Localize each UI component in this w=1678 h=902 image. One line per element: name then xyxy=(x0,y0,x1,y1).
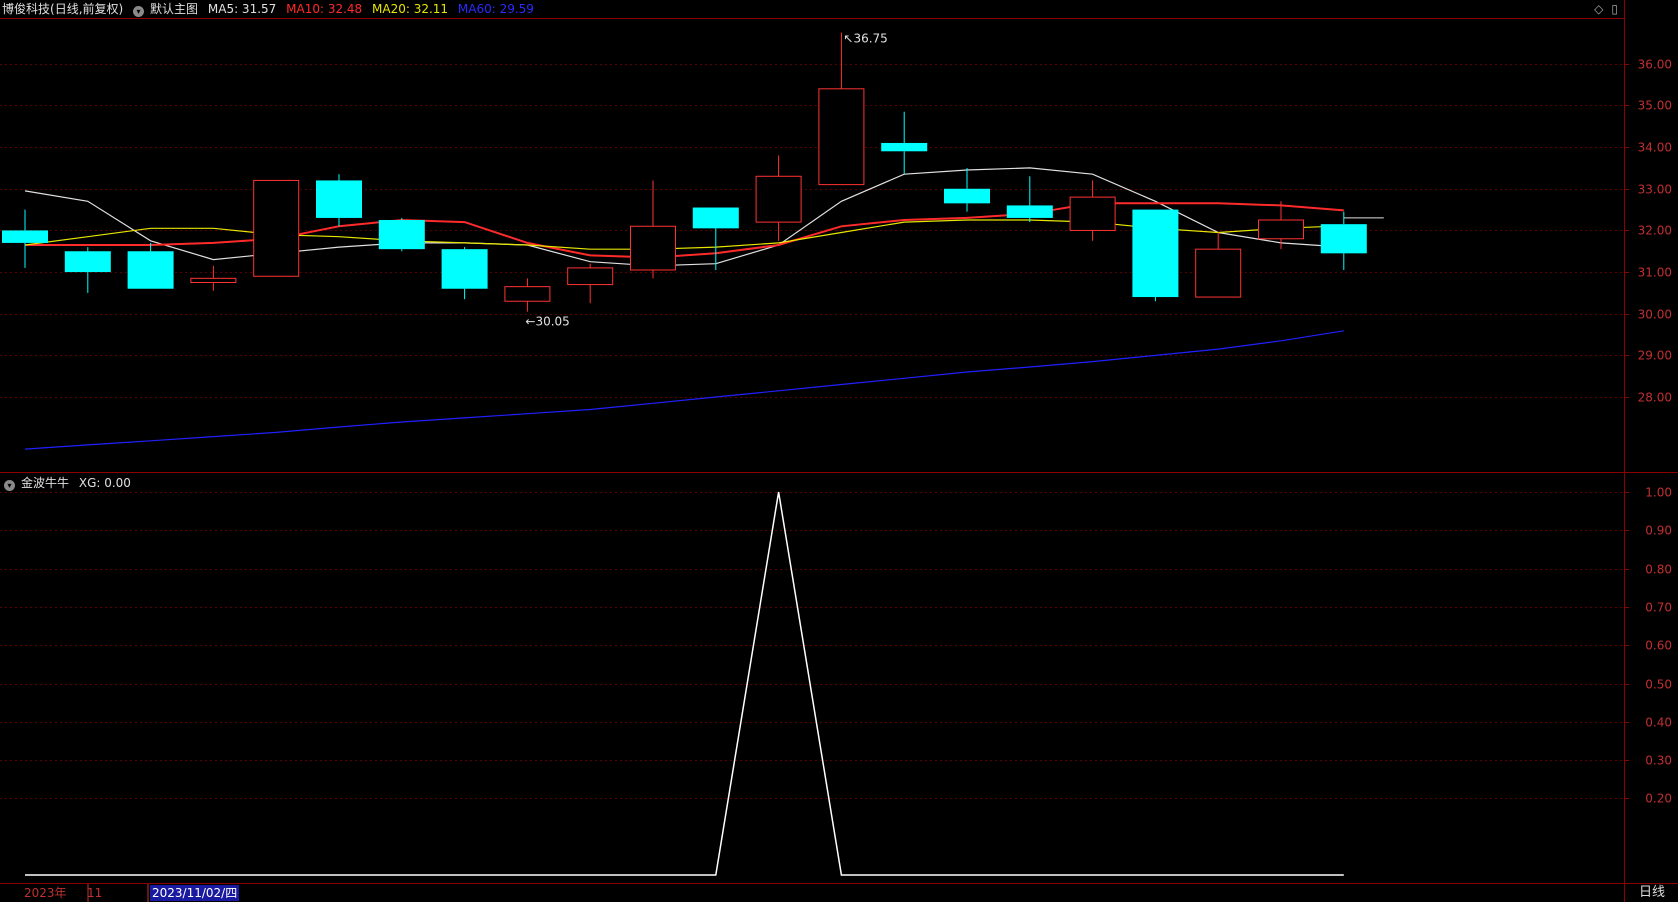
candle-body xyxy=(127,251,174,289)
candle xyxy=(630,180,676,279)
candle-body xyxy=(64,251,111,273)
price-tick-label: 36.00 xyxy=(1638,58,1672,72)
month-label: 11 xyxy=(87,886,103,900)
candle xyxy=(441,247,488,300)
candle xyxy=(881,111,928,175)
candle xyxy=(253,179,300,277)
candle xyxy=(567,263,614,304)
candle-body xyxy=(378,220,425,250)
candle-body xyxy=(316,180,362,218)
indicator-tick-label: 0.30 xyxy=(1645,754,1672,768)
ma10-label: MA10: 32.48 xyxy=(286,2,363,16)
candle-body xyxy=(190,277,237,283)
indicator-panel[interactable] xyxy=(25,491,1344,876)
price-tick-label: 28.00 xyxy=(1638,391,1672,405)
candle xyxy=(1195,232,1242,298)
candle xyxy=(127,242,174,289)
candle-body xyxy=(253,179,300,277)
indicator-tick-label: 0.50 xyxy=(1645,678,1672,692)
price-header: 博俊科技(日线,前复权) ▾ 默认主图 MA5: 31.57 MA10: 32.4… xyxy=(2,0,540,18)
candle xyxy=(1258,201,1304,250)
candle-body xyxy=(2,230,48,243)
stock-title: 博俊科技(日线,前复权) xyxy=(2,2,124,16)
scroll-icon[interactable]: ▯ xyxy=(1611,2,1618,16)
indicator-tick-label: 1.00 xyxy=(1645,486,1672,500)
candle xyxy=(1006,176,1053,223)
candle xyxy=(316,174,362,227)
panel-controls: ◇ ▯ xyxy=(1586,2,1618,16)
ma20-label: MA20: 32.11 xyxy=(372,2,449,16)
price-tick-label: 34.00 xyxy=(1638,141,1672,155)
candle xyxy=(378,217,425,252)
indicator-tick-label: 0.60 xyxy=(1645,639,1672,653)
ma-line-ma60 xyxy=(24,330,1344,450)
candle xyxy=(504,278,551,312)
low-annotation: ←30.05 xyxy=(525,315,569,329)
diamond-icon[interactable]: ◇ xyxy=(1594,2,1603,16)
candle-body xyxy=(1006,205,1053,218)
time-axis: 2023年 11 2023/11/02/四 xyxy=(0,884,1624,902)
candle xyxy=(818,32,865,186)
candle-body xyxy=(441,249,488,289)
candle-body xyxy=(1195,248,1242,298)
indicator-tick-label: 0.20 xyxy=(1645,792,1672,806)
candle xyxy=(755,155,802,241)
ma5-label: MA5: 31.57 xyxy=(207,2,277,16)
kline-chart[interactable]: ↖36.75 ←30.05 28.00 29.00 30.00 31.00 32.00 33… xyxy=(0,0,1678,902)
indicator-tick-label: 0.80 xyxy=(1645,563,1672,577)
year-label: 2023年 xyxy=(24,886,67,900)
candle-body xyxy=(1069,196,1116,231)
cursor-date: 2023/11/02/四 xyxy=(150,885,240,901)
template-label[interactable]: 默认主图 xyxy=(150,2,198,16)
candle xyxy=(190,265,237,291)
xg-line xyxy=(25,491,1344,876)
candle-body xyxy=(1320,224,1367,254)
candle-body xyxy=(504,286,551,302)
candle-body xyxy=(630,225,676,271)
xg-value: XG: 0.00 xyxy=(78,476,131,490)
candle xyxy=(2,209,48,268)
candle xyxy=(1320,211,1367,270)
price-tick-label: 33.00 xyxy=(1638,183,1672,197)
indicator-tick-label: 0.40 xyxy=(1645,716,1672,730)
period-button[interactable]: 日线 xyxy=(1626,884,1678,902)
indicator-tick-label: 0.90 xyxy=(1645,524,1672,538)
collapse-icon[interactable]: ▾ xyxy=(4,480,15,491)
indicator-header: ▾ 金波牛牛 XG: 0.00 xyxy=(4,474,137,492)
indicator-tick-label: 0.70 xyxy=(1645,601,1672,615)
ma60-label: MA60: 29.59 xyxy=(457,2,534,16)
candle xyxy=(944,167,990,212)
candle-body xyxy=(818,88,865,186)
price-tick-label: 31.00 xyxy=(1638,266,1672,280)
candle xyxy=(64,247,111,293)
candle-body xyxy=(881,142,928,152)
price-tick-label: 35.00 xyxy=(1638,99,1672,113)
candle xyxy=(1132,209,1179,302)
candle-body xyxy=(755,175,802,223)
price-panel[interactable]: ↖36.75 ←30.05 xyxy=(2,32,1384,450)
candle xyxy=(692,207,739,270)
high-annotation: ↖36.75 xyxy=(843,32,887,46)
candle-body xyxy=(1132,209,1179,298)
price-tick-label: 30.00 xyxy=(1638,308,1672,322)
indicator-name[interactable]: 金波牛牛 xyxy=(21,476,69,490)
candle-body xyxy=(1258,219,1304,240)
template-menu-icon[interactable]: ▾ xyxy=(133,6,145,17)
price-tick-label: 32.00 xyxy=(1638,224,1672,238)
candle-body xyxy=(944,188,990,204)
candle-body xyxy=(567,267,614,286)
candle-body xyxy=(692,207,739,229)
price-tick-label: 29.00 xyxy=(1638,349,1672,363)
